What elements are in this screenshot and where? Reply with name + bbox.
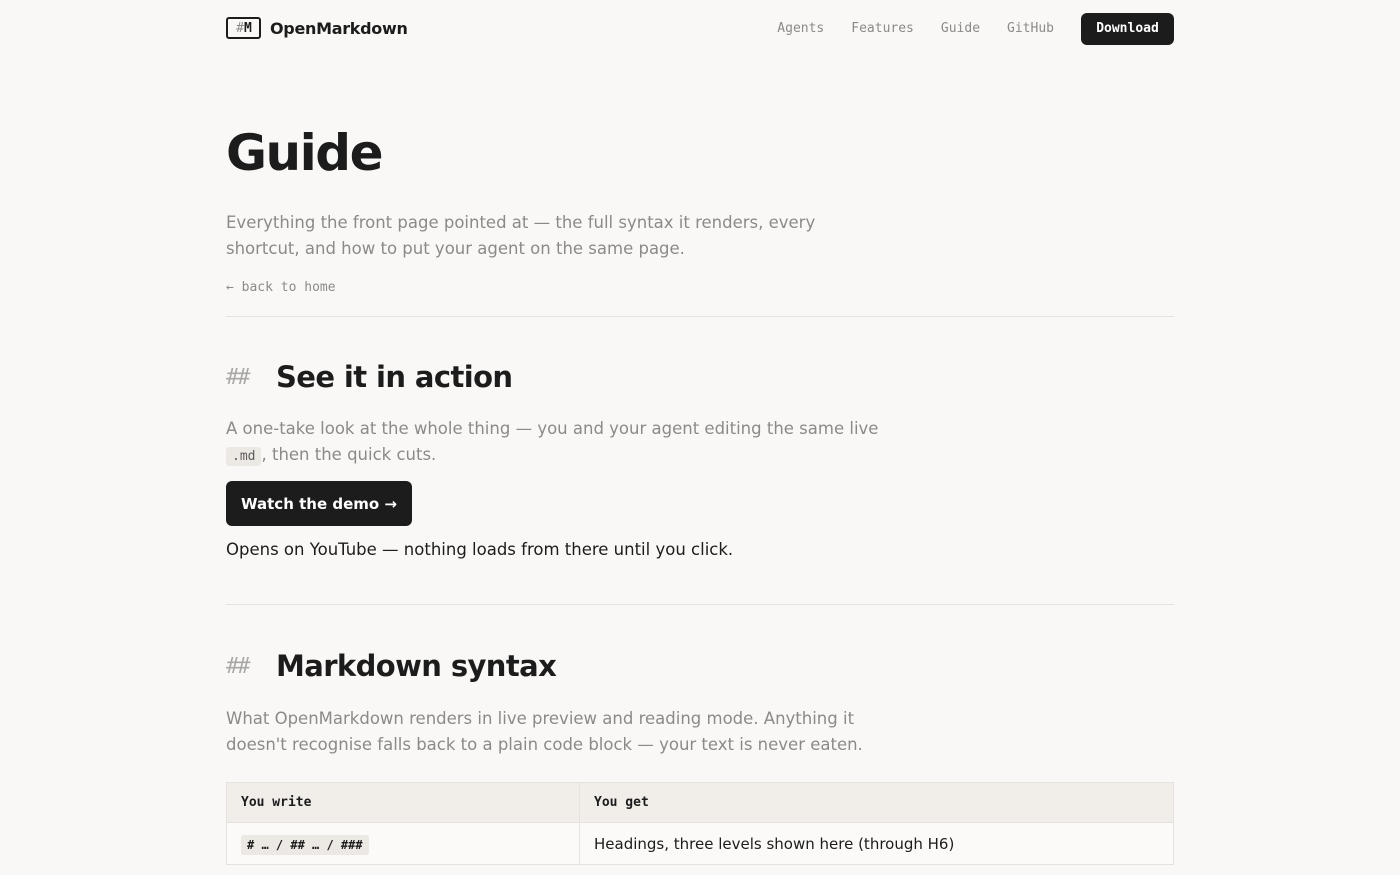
nav-guide[interactable]: Guide <box>941 21 980 36</box>
demo-note: Opens on YouTube — nothing loads from th… <box>226 540 734 559</box>
watch-demo-button[interactable]: Watch the demo → <box>226 481 412 526</box>
page-title: Guide <box>226 124 383 182</box>
table-cell-get: Headings, three levels shown here (throu… <box>579 822 1174 865</box>
syntax-code: # … / ## … / ### <box>241 834 369 855</box>
syntax-table: You write You get # … / ## … / ### Headi… <box>226 782 1174 865</box>
nav-github[interactable]: GitHub <box>1007 21 1054 36</box>
nav-agents[interactable]: Agents <box>777 21 824 36</box>
heading-hash-icon: ## <box>226 653 251 679</box>
inline-code: .md <box>226 447 262 466</box>
intro-text: Everything the front page pointed at — t… <box>226 213 816 258</box>
table-row: # … / ## … / ### Headings, three levels … <box>226 822 1174 865</box>
site-header: # M OpenMarkdown Agents Features Guide Gi… <box>226 12 1174 45</box>
divider <box>226 604 1174 605</box>
table-header-you-get: You get <box>579 782 1174 823</box>
demo-description: A one-take look at the whole thing — you… <box>226 419 879 466</box>
section-title: See it in action <box>276 360 513 394</box>
table-header-row: You write You get <box>226 782 1174 823</box>
logo-text: OpenMarkdown <box>270 18 408 38</box>
back-home-link[interactable]: ← back to home <box>226 280 336 295</box>
section-heading-demo: ## See it in action <box>226 360 513 394</box>
divider <box>226 316 1174 317</box>
download-button[interactable]: Download <box>1081 12 1174 45</box>
heading-hash-icon: ## <box>226 364 251 390</box>
syntax-description: What OpenMarkdown renders in live previe… <box>226 709 863 754</box>
section-heading-syntax: ## Markdown syntax <box>226 649 557 683</box>
nav-features[interactable]: Features <box>851 21 914 36</box>
table-header-you-write: You write <box>226 782 580 823</box>
logo[interactable]: # M OpenMarkdown <box>226 17 408 39</box>
logo-mark-icon: # M <box>226 17 261 39</box>
section-title: Markdown syntax <box>276 649 557 683</box>
table-cell-write: # … / ## … / ### <box>226 822 580 865</box>
main-nav: Agents Features Guide GitHub Download <box>777 12 1174 45</box>
